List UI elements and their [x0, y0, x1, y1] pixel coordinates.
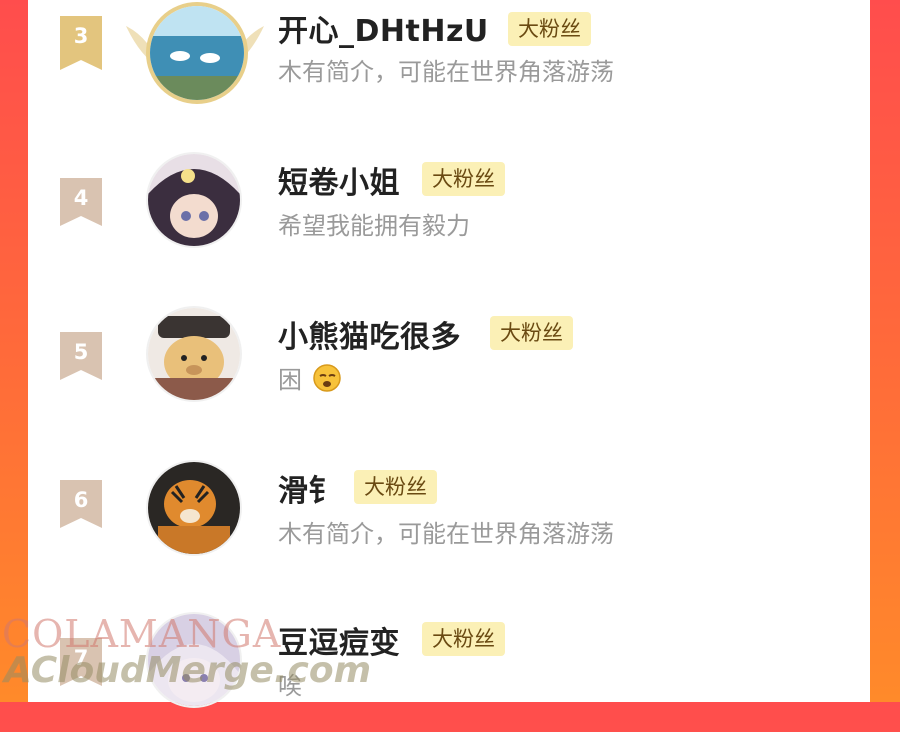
fan-bio: 木有简介，可能在世界角落游荡	[278, 58, 614, 86]
list-item[interactable]: 4 短卷小姐 大粉丝 希望我能拥有毅力	[28, 152, 870, 272]
fan-bio: 困	[278, 360, 342, 395]
fan-bio-text: 困	[278, 366, 302, 394]
fan-name[interactable]: 小熊猫吃很多	[278, 312, 461, 356]
big-fan-badge: 大粉丝	[422, 622, 505, 656]
avatar-image	[148, 308, 240, 400]
list-item[interactable]: 5 小熊猫吃很多 大粉丝 困	[28, 306, 870, 426]
big-fan-badge: 大粉丝	[508, 12, 591, 46]
avatar[interactable]	[146, 2, 248, 104]
sleepy-emoji-icon	[312, 364, 341, 392]
list-item[interactable]: 6 滑钅 大粉丝 木有简介，可能在世界角落游荡	[28, 460, 870, 580]
avatar-image	[150, 6, 244, 100]
avatar-image	[148, 154, 240, 246]
rank-badge: 5	[60, 332, 102, 380]
fan-bio: 希望我能拥有毅力	[278, 212, 470, 240]
rank-number: 4	[73, 186, 89, 210]
fan-name[interactable]: 开心_DHtHzU	[278, 6, 489, 50]
fan-bio: 木有简介，可能在世界角落游荡	[278, 520, 614, 548]
rank-badge: 6	[60, 480, 102, 528]
fan-name[interactable]: 短卷小姐	[278, 158, 400, 202]
rank-badge: 3	[60, 16, 102, 70]
rank-number: 5	[73, 340, 89, 364]
avatar[interactable]	[146, 460, 242, 556]
rank-badge: 4	[60, 178, 102, 226]
big-fan-badge: 大粉丝	[490, 316, 573, 350]
fan-list-panel: 3 开心_DHtHzU 大粉丝 木有简介，可能在世界角落游荡 4 短卷小姐 大粉…	[28, 0, 870, 708]
fan-name[interactable]: 滑钅	[278, 466, 339, 510]
list-item[interactable]: 3 开心_DHtHzU 大粉丝 木有简介，可能在世界角落游荡	[28, 0, 870, 120]
big-fan-badge: 大粉丝	[354, 470, 437, 504]
avatar[interactable]	[146, 152, 242, 248]
avatar[interactable]	[146, 306, 242, 402]
big-fan-badge: 大粉丝	[422, 162, 505, 196]
rank-number: 3	[73, 24, 89, 48]
avatar-image	[148, 462, 240, 554]
rank-number: 6	[73, 488, 89, 512]
watermark-acloudmerge: ACloudMerge.com	[4, 650, 372, 691]
